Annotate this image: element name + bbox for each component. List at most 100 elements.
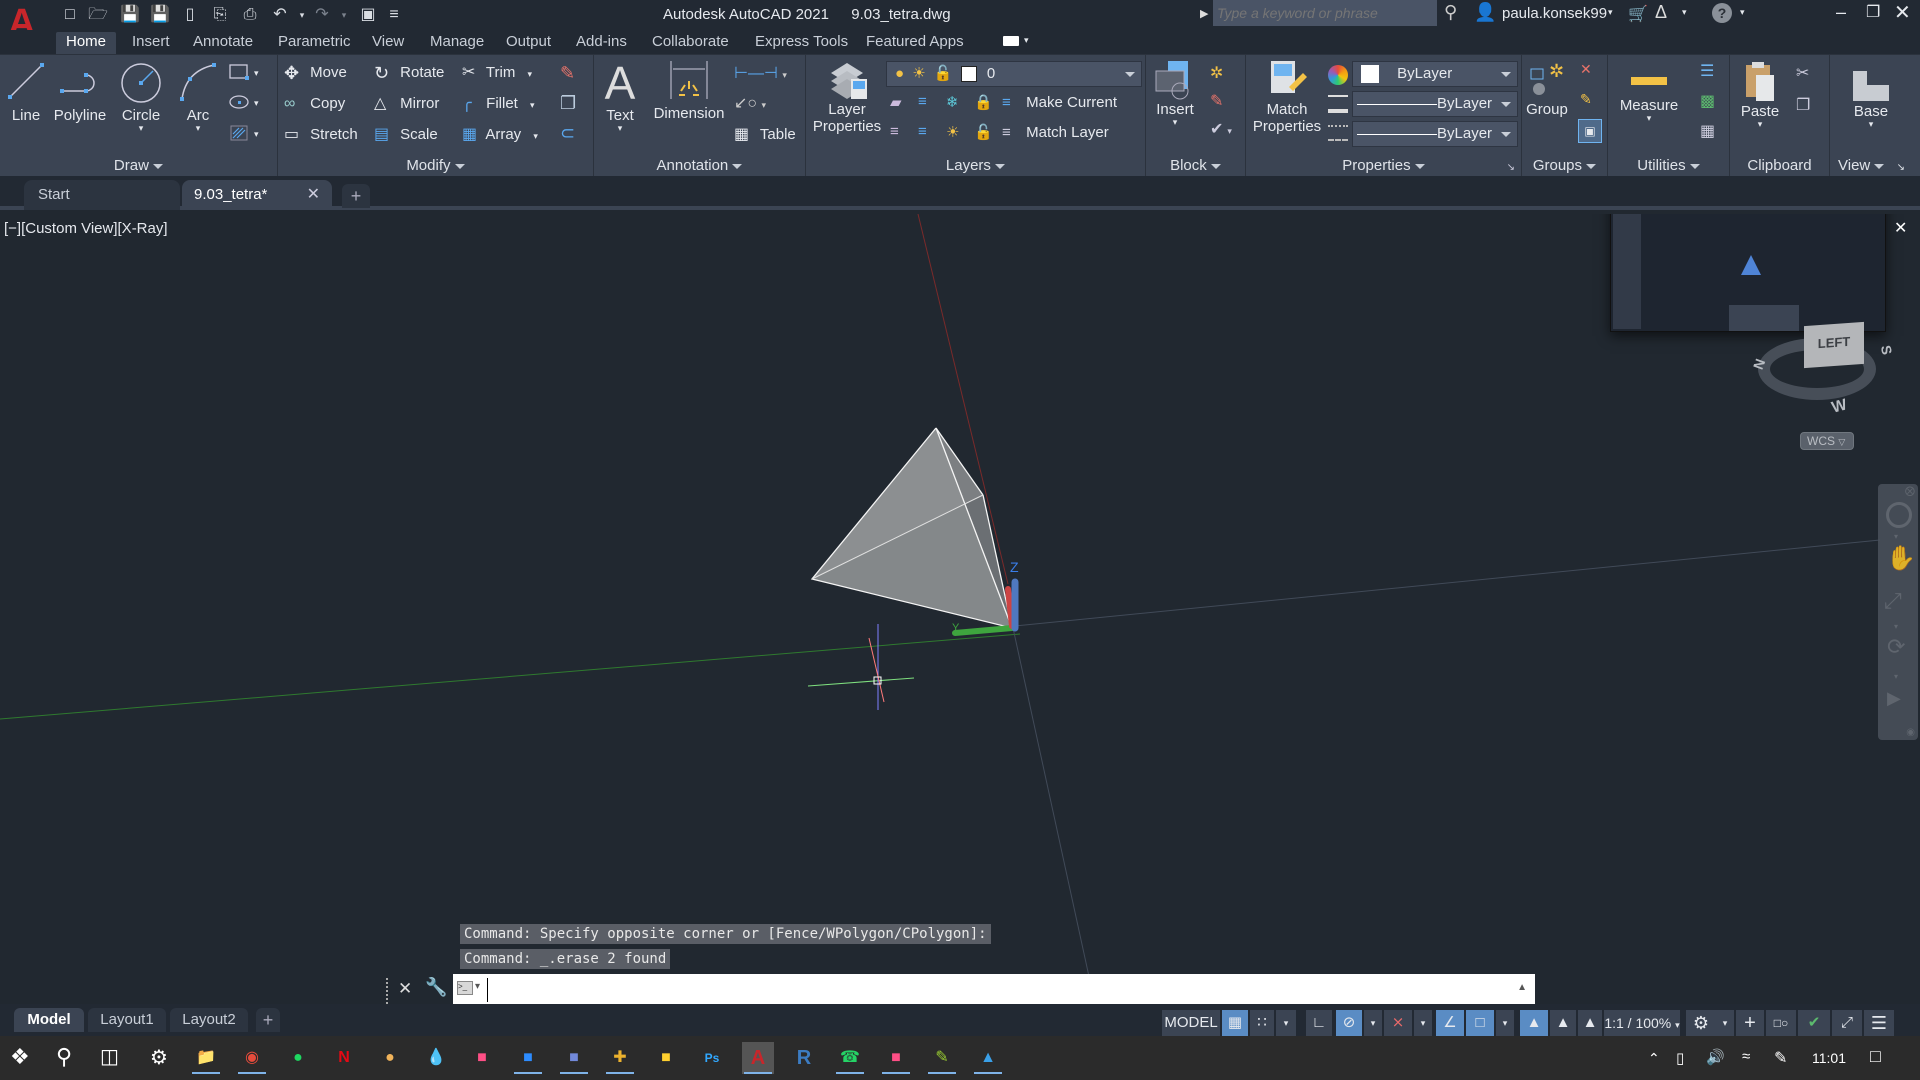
edit-attributes-icon[interactable]: ✔ ▾ <box>1210 119 1232 139</box>
customize-qat-icon[interactable]: ≡ <box>384 5 404 25</box>
taskbar-app-miro[interactable]: ■ <box>650 1042 682 1074</box>
taskbar-app-chrome[interactable]: ◉ <box>236 1042 268 1074</box>
line-button[interactable]: Line <box>6 61 46 124</box>
layers-dropdown-icon[interactable] <box>995 163 1006 169</box>
measure-button[interactable]: Measure ▾ <box>1614 69 1684 123</box>
clean-screen-button[interactable]: ⤢ <box>1832 1010 1862 1036</box>
isodraft-toggle[interactable]: ⨯ <box>1384 1010 1412 1036</box>
group-button[interactable]: ✲ Group <box>1526 61 1568 118</box>
new-file-icon[interactable]: □ <box>60 5 80 25</box>
draw-dropdown-icon[interactable] <box>153 163 164 169</box>
taskbar-app-slack[interactable]: ✚ <box>604 1042 636 1074</box>
volume-icon[interactable]: 🔊 <box>1706 1048 1725 1066</box>
tab-insert[interactable]: Insert <box>122 32 180 54</box>
wifi-icon[interactable]: ≈ <box>1742 1048 1750 1065</box>
layer-properties-button[interactable]: Layer Properties <box>810 59 884 135</box>
paste-button[interactable]: Paste ▾ <box>1736 61 1784 129</box>
user-name[interactable]: paula.konsek99 <box>1502 5 1607 22</box>
command-history-toggle-icon[interactable]: ▲ <box>1517 982 1527 993</box>
doc-tab-active[interactable]: 9.03_tetra* ✕ <box>182 180 332 210</box>
properties-panel-label[interactable]: Properties <box>1246 157 1521 174</box>
scale-button[interactable]: ▤ Scale <box>374 123 438 147</box>
taskbar-app-file-explorer[interactable]: 📁 <box>190 1042 222 1074</box>
polar-dropdown[interactable]: ▾ <box>1364 1010 1382 1036</box>
search-icon[interactable]: ⚲ <box>1444 2 1457 23</box>
command-prompt-dropdown-icon[interactable]: ▾ <box>475 981 480 992</box>
polar-toggle[interactable]: ⊘ <box>1336 1010 1362 1036</box>
help-dropdown-icon[interactable]: ▾ <box>1740 7 1745 18</box>
array-button[interactable]: ▦ Array ▾ <box>462 123 538 147</box>
command-line-grip[interactable] <box>386 978 392 1004</box>
tab-annotate[interactable]: Annotate <box>183 32 263 54</box>
new-layout-button[interactable]: + <box>256 1008 280 1032</box>
model-space-button[interactable]: MODEL <box>1162 1010 1220 1036</box>
workspace-icon[interactable]: ▣ <box>358 5 378 25</box>
quick-select-icon[interactable]: ☰ <box>1700 61 1714 81</box>
block-panel-label[interactable]: Block <box>1146 157 1245 174</box>
modify-dropdown-icon[interactable] <box>454 163 465 169</box>
compass-w[interactable]: W <box>1830 396 1849 417</box>
tray-overflow-icon[interactable]: ⌃ <box>1648 1050 1660 1067</box>
start-button[interactable]: ❖ <box>10 1044 30 1070</box>
select-all-icon[interactable]: ▩ <box>1700 91 1715 111</box>
ellipse-button[interactable]: ▾ <box>228 93 272 117</box>
insert-dropdown-icon[interactable]: ▾ <box>1152 118 1198 127</box>
table-button[interactable]: ▦ Table <box>734 123 796 147</box>
properties-dropdown-icon[interactable] <box>1414 163 1425 169</box>
battery-icon[interactable]: ▯ <box>1676 1049 1684 1067</box>
autodesk-a360-icon[interactable]: Δ <box>1655 2 1667 23</box>
steering-wheel-dropdown-icon[interactable]: ▾ <box>1894 532 1898 541</box>
copy-button[interactable]: ∞ Copy <box>284 92 345 116</box>
trim-button[interactable]: ✂ Trim ▾ <box>462 61 532 85</box>
circle-button[interactable]: Circle ▾ <box>118 61 164 133</box>
solid-edit-icon[interactable]: ❐ <box>560 93 576 114</box>
annotation-dropdown-icon[interactable] <box>732 163 743 169</box>
linetype-dropdown-icon[interactable] <box>1501 132 1511 137</box>
nav-close-icon[interactable]: ⨂ <box>1905 486 1915 497</box>
base-button[interactable]: Base ▾ <box>1844 69 1898 129</box>
isodraft-dropdown[interactable]: ▾ <box>1414 1010 1432 1036</box>
layout-tab-layout2[interactable]: Layout2 <box>170 1008 248 1032</box>
text-button[interactable]: A Text ▾ <box>602 59 638 133</box>
match-layer-button[interactable]: ≡ Match Layer <box>1002 121 1109 145</box>
cut-icon[interactable]: ✂ <box>1796 63 1809 83</box>
annotation-scale-icon[interactable]: ▲ <box>1578 1010 1602 1036</box>
open-folder-icon[interactable]: 🗁 <box>88 5 108 25</box>
taskbar-app-photos[interactable]: ▲ <box>972 1042 1004 1074</box>
zoom-dropdown-icon[interactable]: ▾ <box>1894 622 1898 631</box>
workspace-switch-button[interactable]: ⚙ <box>1686 1010 1716 1036</box>
view-launcher-icon[interactable]: ↘ <box>1897 162 1905 173</box>
viewcube-face[interactable]: LEFT <box>1804 321 1864 369</box>
arc-button[interactable]: Arc ▾ <box>176 61 220 133</box>
linetype-dropdown[interactable]: ByLayer <box>1352 121 1518 147</box>
zoom-extents-icon[interactable]: ⤢ <box>1884 588 1902 614</box>
task-view-icon[interactable]: ◫ <box>100 1044 119 1069</box>
groups-dropdown-icon[interactable] <box>1586 163 1597 169</box>
pen-icon[interactable]: ✎ <box>1774 1048 1787 1068</box>
orbit-dropdown-icon[interactable]: ▾ <box>1894 672 1898 681</box>
open-from-web-icon[interactable]: ▯ <box>180 5 200 25</box>
measure-dropdown-icon[interactable]: ▾ <box>1614 114 1684 123</box>
polyline-button[interactable]: Polyline <box>52 61 108 124</box>
command-input[interactable] <box>487 978 1497 1002</box>
taskbar-app-droplet[interactable]: 💧 <box>420 1042 452 1074</box>
object-snap-tracking-toggle[interactable]: ∠ <box>1436 1010 1464 1036</box>
user-dropdown-icon[interactable]: ▾ <box>1608 7 1613 18</box>
layer-off-icon[interactable]: ▰ <box>890 93 902 111</box>
tab-featured-apps[interactable]: Featured Apps <box>856 32 974 54</box>
layer-unlock-all-icon[interactable]: 🔓 <box>974 123 993 141</box>
view-dropdown-icon[interactable] <box>1874 163 1885 169</box>
group-selection-toggle[interactable]: ▣ <box>1578 119 1602 143</box>
taskbar-app-spotify[interactable]: ● <box>282 1042 314 1074</box>
command-prompt-icon[interactable]: >_ <box>457 981 473 995</box>
lineweight-dropdown-icon[interactable] <box>1501 102 1511 107</box>
taskbar-app-photoshop[interactable]: Ps <box>696 1042 728 1074</box>
object-snap-dropdown[interactable]: ▾ <box>1496 1010 1514 1036</box>
workspace-dropdown[interactable]: ▾ <box>1716 1010 1734 1036</box>
command-close-icon[interactable]: ✕ <box>398 979 412 999</box>
nav-settings-icon[interactable]: ◉ <box>1906 727 1915 738</box>
dimension-button[interactable]: Dimension <box>650 59 728 122</box>
make-current-button[interactable]: ≡ Make Current <box>1002 91 1117 115</box>
paste-dropdown-icon[interactable]: ▾ <box>1736 120 1784 129</box>
tab-express-tools[interactable]: Express Tools <box>745 32 858 54</box>
